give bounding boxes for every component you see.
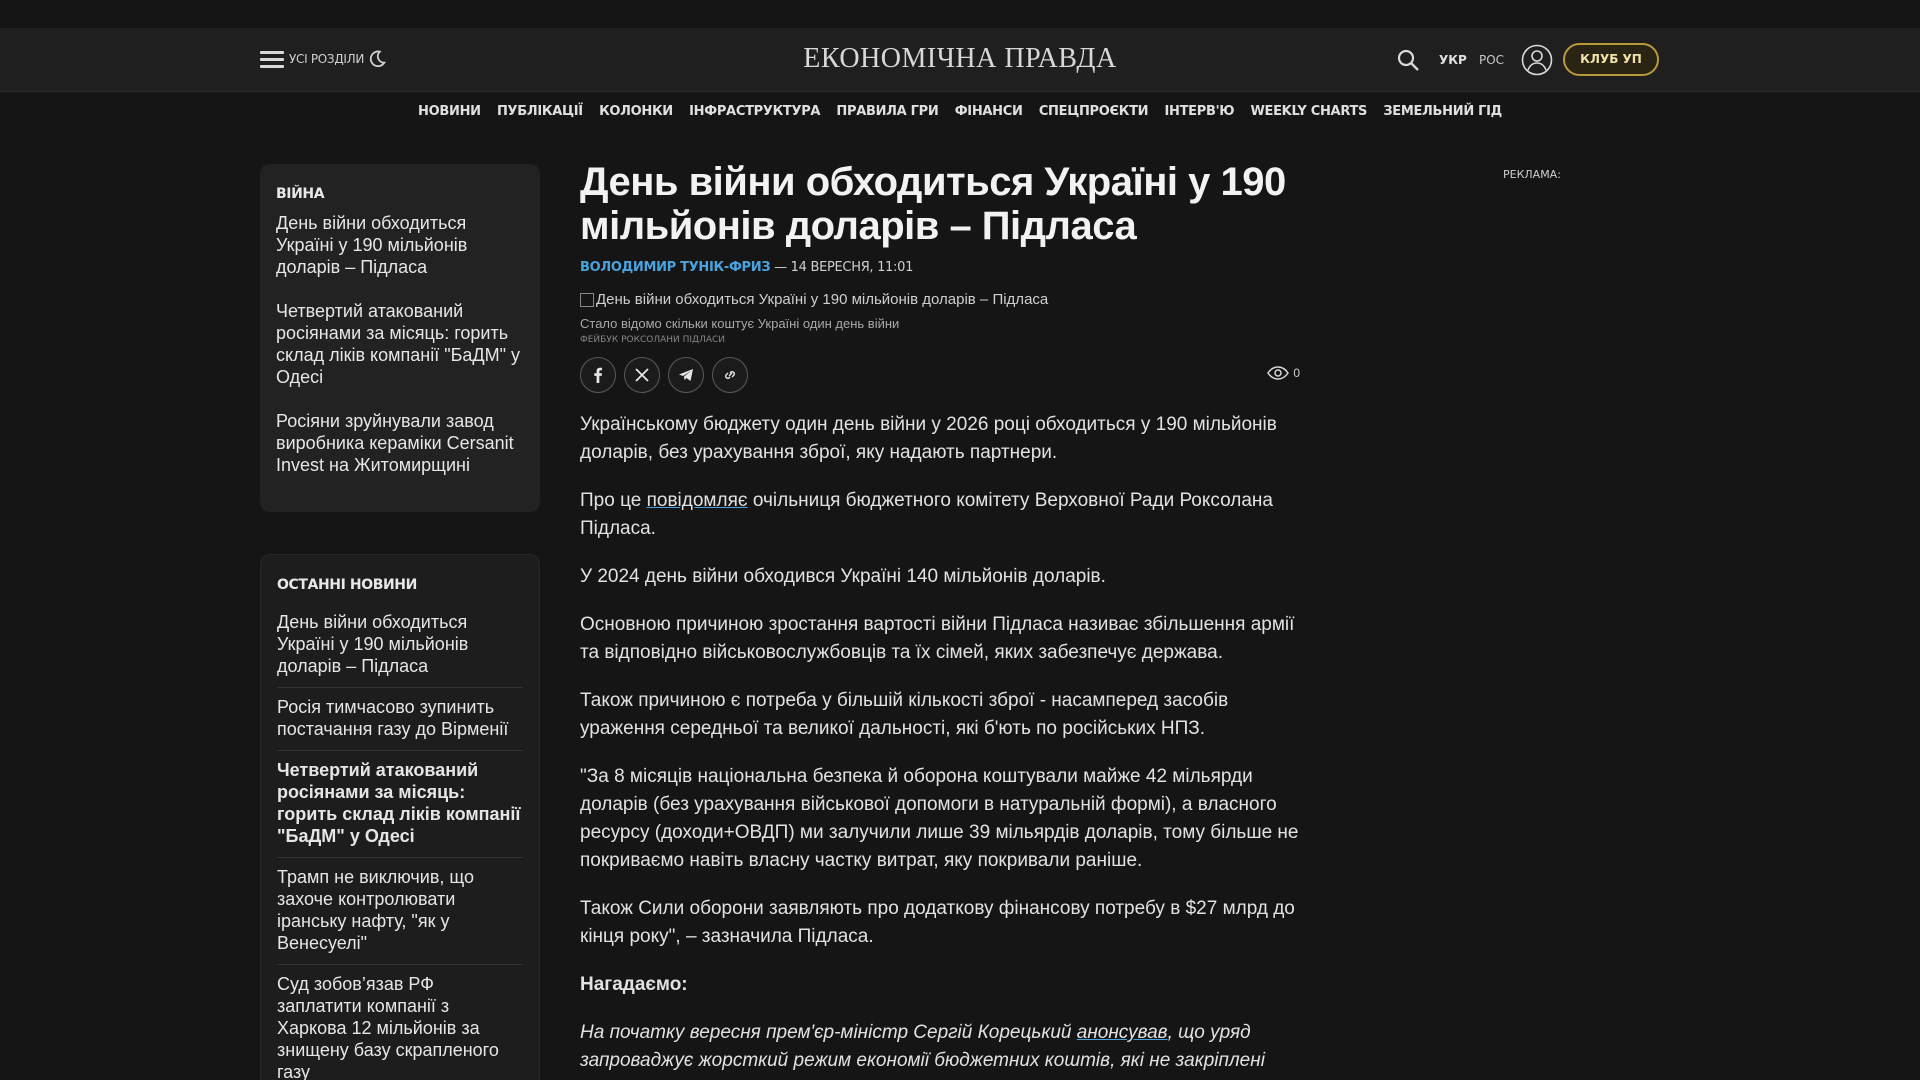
paragraph: У 2024 день війни обходився Україні 140 … <box>580 566 1106 587</box>
paragraph-text: Про це <box>580 490 647 511</box>
club-up-button[interactable]: КЛУБ УП <box>1563 43 1659 76</box>
announce-link[interactable]: анонсував <box>1077 1022 1168 1043</box>
image-caption: Стало відомо скільки коштує Україні один… <box>580 316 900 331</box>
list-item[interactable]: Росіяни зруйнували завод виробника керам… <box>276 410 524 476</box>
user-icon[interactable] <box>1521 44 1553 76</box>
nav-item-specprojects[interactable]: СПЕЦПРОЄКТИ <box>1039 104 1149 119</box>
reminder-heading: Нагадаємо: <box>580 974 688 995</box>
top-strip <box>0 0 1920 28</box>
nav-item-land-guide[interactable]: ЗЕМЕЛЬНИЙ ГІД <box>1383 104 1502 119</box>
nav-item-news[interactable]: НОВИНИ <box>418 104 481 119</box>
war-news-box: ВІЙНА День війни обходиться Україні у 19… <box>260 164 540 512</box>
paragraph: На початку вересня прем'єр-міністр Сергі… <box>580 1019 1300 1075</box>
war-box-title[interactable]: ВІЙНА <box>276 186 524 202</box>
article: День війни обходиться Україні у 190 міль… <box>580 160 1300 1080</box>
list-item[interactable]: Суд зобов’язав РФ заплатити компанії з Х… <box>277 965 523 1080</box>
telegram-icon <box>679 369 693 381</box>
list-item[interactable]: Росія тимчасово зупинить постачання газу… <box>277 688 523 751</box>
facebook-share-button[interactable] <box>580 357 616 393</box>
article-date: — 14 ВЕРЕСНЯ, 11:01 <box>770 260 914 275</box>
lang-ros-link[interactable]: РОС <box>1479 53 1504 67</box>
nav-item-weekly-charts[interactable]: WEEKLY CHARTS <box>1250 104 1367 119</box>
paragraph: Про це повідомляє очільниця бюджетного к… <box>580 487 1300 543</box>
byline: ВОЛОДИМИР ТУНІК-ФРИЗ — 14 ВЕРЕСНЯ, 11:01 <box>580 260 1300 275</box>
source-link[interactable]: повідомляє <box>647 490 748 511</box>
article-title: День війни обходиться Україні у 190 міль… <box>580 160 1286 248</box>
facebook-icon <box>594 367 603 383</box>
paragraph-text: На початку вересня прем'єр-міністр Сергі… <box>580 1022 1077 1043</box>
paragraph: Основною причиною зростання вартості вій… <box>580 614 1295 663</box>
search-icon[interactable] <box>1396 48 1420 72</box>
ad-label: РЕКЛАМА: <box>1503 168 1561 181</box>
lang-ukr-link[interactable]: УКР <box>1439 53 1467 67</box>
site-header: УСІ РОЗДІЛИ ЕКОНОМІЧНА ПРАВДА УКР РОС КЛ… <box>0 28 1920 92</box>
link-icon <box>725 371 735 379</box>
nav-item-interview[interactable]: ІНТЕРВ'Ю <box>1164 104 1234 119</box>
telegram-share-button[interactable] <box>668 357 704 393</box>
list-item[interactable]: День війни обходиться Україні у 190 міль… <box>277 603 523 688</box>
list-item[interactable]: Четвертий атакований росіянами за місяць… <box>276 300 524 388</box>
views-count: 0 <box>1293 366 1300 380</box>
latest-news-box: ОСТАННІ НОВИНИ День війни обходиться Укр… <box>260 554 540 1080</box>
nav-item-publications[interactable]: ПУБЛІКАЦІЇ <box>497 104 583 119</box>
share-row: 0 <box>580 357 1300 393</box>
article-image: День війни обходиться Україні у 190 міль… <box>580 291 1300 308</box>
views-counter: 0 <box>1267 366 1300 380</box>
broken-image-icon <box>580 292 594 307</box>
paragraph: Також причиною є потреба у більшій кільк… <box>580 690 1229 739</box>
nav-item-columns[interactable]: КОЛОНКИ <box>599 104 673 119</box>
article-body: Українському бюджету один день війни у 2… <box>580 411 1300 1075</box>
image-alt-text: День війни обходиться Україні у 190 міль… <box>596 291 1049 308</box>
list-item[interactable]: День війни обходиться Україні у 190 міль… <box>276 212 524 278</box>
nav-item-rules[interactable]: ПРАВИЛА ГРИ <box>836 104 938 119</box>
eye-icon <box>1267 366 1290 380</box>
copy-link-button[interactable] <box>712 357 748 393</box>
main-nav: НОВИНИ ПУБЛІКАЦІЇ КОЛОНКИ ІНФРАСТРУКТУРА… <box>0 104 1920 119</box>
x-icon <box>635 368 649 382</box>
x-share-button[interactable] <box>624 357 660 393</box>
paragraph: Українському бюджету один день війни у 2… <box>580 414 1277 463</box>
paragraph: "За 8 місяців національна безпека й обор… <box>580 766 1299 871</box>
nav-item-finance[interactable]: ФІНАНСИ <box>955 104 1023 119</box>
nav-item-infrastructure[interactable]: ІНФРАСТРУКТУРА <box>689 104 820 119</box>
author-link[interactable]: ВОЛОДИМИР ТУНІК-ФРИЗ <box>580 260 771 275</box>
latest-box-title: ОСТАННІ НОВИНИ <box>277 577 417 593</box>
list-item[interactable]: Четвертий атакований росіянами за місяць… <box>277 751 523 858</box>
image-credit: ФЕЙБУК РОКСОЛАНИ ПІДЛАСИ <box>580 335 726 345</box>
paragraph: Також Сили оборони заявляють про додатко… <box>580 898 1295 947</box>
list-item[interactable]: Трамп не виключив, що захоче контролюват… <box>277 858 523 965</box>
